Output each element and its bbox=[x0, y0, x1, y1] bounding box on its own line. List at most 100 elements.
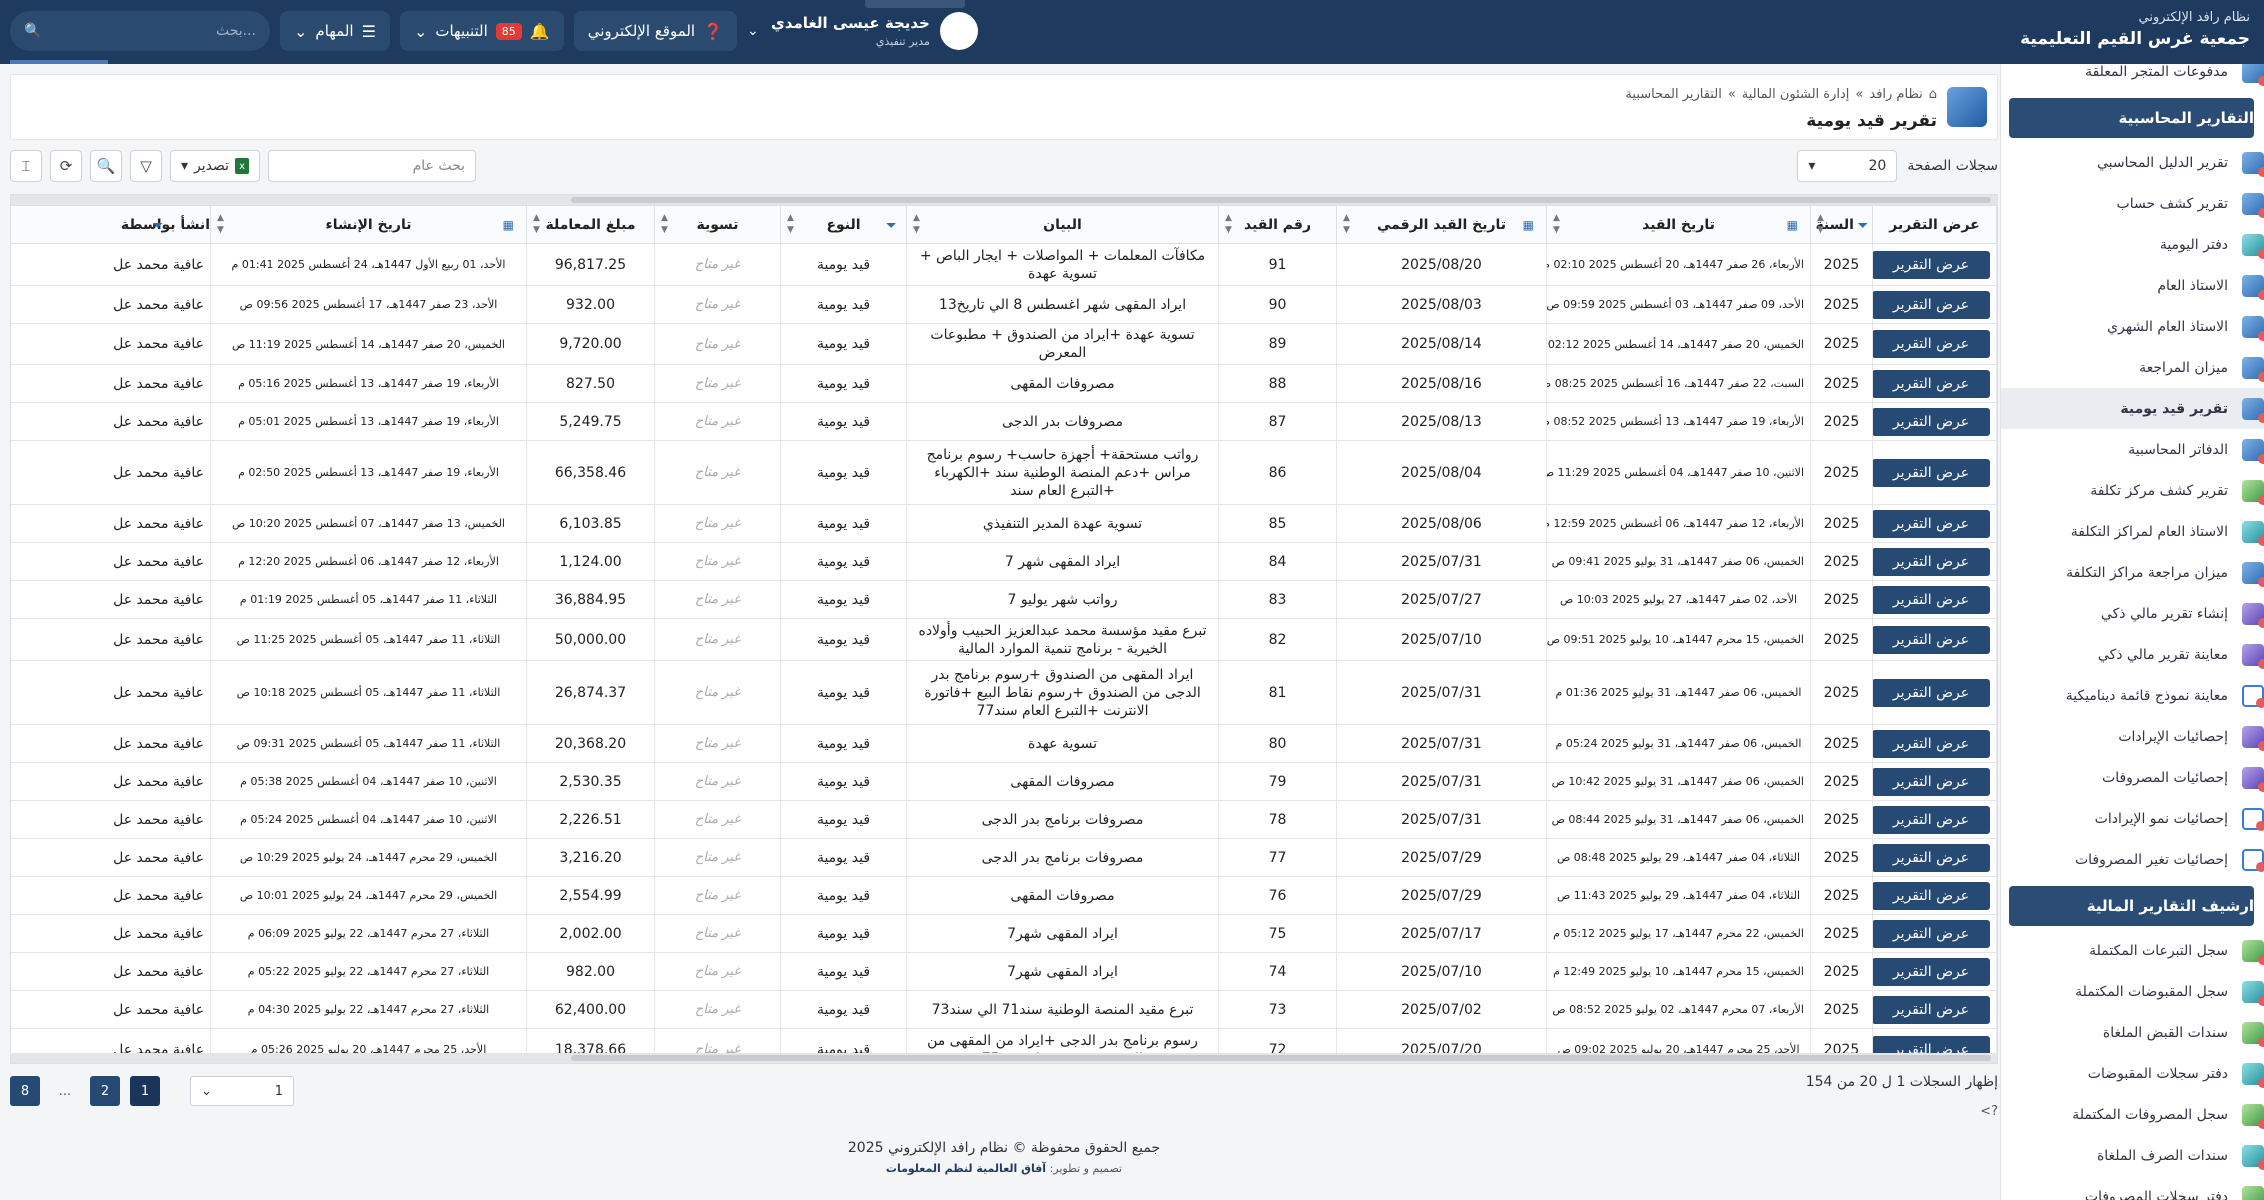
col-settlement[interactable]: ▲ ▼ تسوية bbox=[654, 205, 781, 244]
table-row[interactable]: عرض التقرير 2025 الخميس، 20 صفر 1447هـ، 14… bbox=[11, 323, 1997, 365]
expand-toggle[interactable]: <? bbox=[1980, 1104, 1998, 1119]
sidebar-item[interactable]: الاستاذ العام لمراكز التكلفة bbox=[2001, 511, 2264, 552]
calendar-icon[interactable]: ▦ bbox=[503, 218, 514, 232]
view-report-button[interactable]: عرض التقرير bbox=[1873, 407, 1990, 436]
sort-icon[interactable]: ▲ ▼ bbox=[1817, 212, 1824, 236]
col-entry-number[interactable]: ▲ ▼ رقم القيد bbox=[1218, 205, 1337, 244]
sidebar-item-store-payments[interactable]: مدفوعات المتجر المعلقة bbox=[2001, 64, 2264, 86]
page-size-select[interactable]: ▾ 20 bbox=[1797, 150, 1898, 182]
table-row[interactable]: عرض التقرير 2025 الثلاثاء، 04 صفر 1447هـ، … bbox=[11, 838, 1997, 877]
sidebar-item[interactable]: دفتر اليومية bbox=[2001, 224, 2264, 265]
col-year[interactable]: ▲ ▼ ⏷السنة bbox=[1810, 205, 1873, 244]
sidebar-item[interactable]: تقرير الدليل المحاسبي bbox=[2001, 142, 2264, 183]
sidebar-item[interactable]: سجل المقبوضات المكتملة bbox=[2001, 971, 2264, 1012]
sidebar-item[interactable]: الاستاذ العام bbox=[2001, 265, 2264, 306]
sidebar-item[interactable]: الاستاذ العام الشهري bbox=[2001, 306, 2264, 347]
sidebar-group-accounting-reports[interactable]: التقارير المحاسبية bbox=[2009, 98, 2254, 138]
page-button-8[interactable]: 8 bbox=[10, 1076, 40, 1106]
view-report-button[interactable]: عرض التقرير bbox=[1873, 995, 1990, 1024]
top-search-input[interactable]: 🔍 بحث... bbox=[10, 11, 270, 51]
sidebar-item[interactable]: تقرير كشف حساب bbox=[2001, 183, 2264, 224]
view-report-button[interactable]: عرض التقرير bbox=[1873, 767, 1990, 796]
column-toggle-button[interactable]: ⌶ bbox=[10, 150, 42, 182]
view-report-button[interactable]: عرض التقرير bbox=[1873, 547, 1990, 576]
view-report-button[interactable]: عرض التقرير bbox=[1873, 678, 1990, 707]
sort-icon[interactable]: ▲ ▼ bbox=[1553, 212, 1560, 236]
sidebar-item[interactable]: تقرير قيد يومية bbox=[2001, 388, 2264, 429]
sidebar-item[interactable]: إحصائيات الإيرادات bbox=[2001, 716, 2264, 757]
website-button[interactable]: الموقع الإلكتروني ❓ bbox=[573, 11, 738, 51]
sort-icon[interactable]: ▲ ▼ bbox=[913, 212, 920, 236]
sidebar-item[interactable]: سجل التبرعات المكتملة bbox=[2001, 930, 2264, 971]
sidebar-item[interactable]: الدفاتر المحاسبية bbox=[2001, 429, 2264, 470]
sidebar-item[interactable]: سندات الصرف الملغاة bbox=[2001, 1135, 2264, 1176]
filter-icon[interactable]: ⏷ bbox=[153, 218, 163, 233]
user-menu[interactable]: ⌄ خديجة عيسى الغامدي مدير تنفيذي bbox=[747, 12, 978, 50]
calendar-icon[interactable]: ▦ bbox=[1787, 218, 1798, 232]
page-button-1[interactable]: 1 bbox=[130, 1076, 160, 1106]
view-report-button[interactable]: عرض التقرير bbox=[1873, 957, 1990, 986]
calendar-icon[interactable]: ▦ bbox=[1523, 218, 1534, 232]
credit-company-link[interactable]: آفاق العالمية لنظم المعلومات bbox=[886, 1162, 1046, 1175]
view-report-button[interactable]: عرض التقرير bbox=[1873, 250, 1990, 279]
table-row[interactable]: عرض التقرير 2025 الأربعاء، 19 صفر 1447هـ، … bbox=[11, 402, 1997, 441]
breadcrumb-item[interactable]: التقارير المحاسبية bbox=[1625, 87, 1721, 102]
sidebar-item[interactable]: دفتر سجلات المقبوضات bbox=[2001, 1053, 2264, 1094]
col-created-by[interactable]: ⏷ انشأ بواسطة bbox=[11, 205, 211, 244]
col-entry-date[interactable]: ▲ ▼ تاريخ القيد ▦ bbox=[1546, 205, 1811, 244]
sort-icon[interactable]: ▲ ▼ bbox=[217, 212, 224, 236]
table-row[interactable]: عرض التقرير 2025 الأربعاء، 26 صفر 1447هـ، … bbox=[11, 243, 1997, 286]
sidebar-item[interactable]: إحصائيات نمو الإيرادات bbox=[2001, 798, 2264, 839]
view-report-button[interactable]: عرض التقرير bbox=[1873, 729, 1990, 758]
breadcrumb-item[interactable]: إدارة الشئون المالية bbox=[1742, 87, 1850, 102]
filter-icon[interactable]: ⏷ bbox=[886, 218, 896, 233]
table-row[interactable]: عرض التقرير 2025 الأحد، 09 صفر 1447هـ، 03 … bbox=[11, 285, 1997, 324]
table-row[interactable]: عرض التقرير 2025 الخميس، 06 صفر 1447هـ، 31… bbox=[11, 660, 1997, 725]
sort-icon[interactable]: ▲ ▼ bbox=[1343, 212, 1350, 236]
sort-icon[interactable]: ▲ ▼ bbox=[1225, 212, 1232, 236]
table-row[interactable]: عرض التقرير 2025 الخميس، 06 صفر 1447هـ، 31… bbox=[11, 762, 1997, 801]
breadcrumb-item[interactable]: نظام رافد bbox=[1869, 87, 1922, 102]
sidebar-item[interactable]: إنشاء تقرير مالي ذكي bbox=[2001, 593, 2264, 634]
view-report-button[interactable]: عرض التقرير bbox=[1873, 625, 1990, 654]
sort-icon[interactable]: ▲ ▼ bbox=[661, 212, 668, 236]
col-created-at[interactable]: ▲ ▼ تاريخ الإنشاء ▦ bbox=[210, 205, 527, 244]
table-row[interactable]: عرض التقرير 2025 الخميس، 15 محرم 1447هـ، 1… bbox=[11, 618, 1997, 661]
sidebar-item[interactable]: دفتر سجلات المصروفات bbox=[2001, 1176, 2264, 1200]
view-report-button[interactable]: عرض التقرير bbox=[1873, 458, 1990, 487]
horizontal-scrollbar-top[interactable] bbox=[11, 195, 1997, 205]
notifications-button[interactable]: ⌄ التنبيهات 85 🔔 bbox=[399, 11, 564, 51]
sidebar-item[interactable]: معاينة تقرير مالي ذكي bbox=[2001, 634, 2264, 675]
sidebar-group-financial-archive[interactable]: ارشيف التقارير المالية bbox=[2009, 886, 2254, 926]
col-entry-date-numeric[interactable]: ▲ ▼ تاريخ القيد الرقمي ▦ bbox=[1336, 205, 1547, 244]
avatar[interactable] bbox=[939, 12, 978, 50]
col-amount[interactable]: ▲ ▼ مبلغ المعاملة bbox=[526, 205, 655, 244]
table-row[interactable]: عرض التقرير 2025 الخميس، 06 صفر 1447هـ، 31… bbox=[11, 542, 1997, 581]
sort-icon[interactable]: ▲ ▼ bbox=[787, 212, 794, 236]
view-report-button[interactable]: عرض التقرير bbox=[1873, 290, 1990, 319]
refresh-button[interactable]: ⟳ bbox=[50, 150, 82, 182]
table-row[interactable]: عرض التقرير 2025 الخميس، 22 محرم 1447هـ، 1… bbox=[11, 914, 1997, 953]
filter-button[interactable]: ▽ bbox=[130, 150, 162, 182]
view-report-button[interactable]: عرض التقرير bbox=[1873, 369, 1990, 398]
view-report-button[interactable]: عرض التقرير bbox=[1873, 843, 1990, 872]
view-report-button[interactable]: عرض التقرير bbox=[1873, 585, 1990, 614]
brand[interactable]: نظام رافد الإلكتروني جمعية غرس القيم الت… bbox=[2020, 10, 2250, 49]
table-row[interactable]: عرض التقرير 2025 الاثنين، 10 صفر 1447هـ، 0… bbox=[11, 440, 1997, 505]
horizontal-scrollbar[interactable] bbox=[11, 1053, 1997, 1063]
tasks-button[interactable]: ⌄ المهام ☰ bbox=[280, 11, 390, 51]
global-search-input[interactable]: بحث عام bbox=[268, 150, 477, 182]
table-row[interactable]: عرض التقرير 2025 الخميس، 06 صفر 1447هـ، 31… bbox=[11, 724, 1997, 763]
sidebar-item[interactable]: تقرير كشف مركز تكلفة bbox=[2001, 470, 2264, 511]
sidebar-item[interactable]: إحصائيات المصروفات bbox=[2001, 757, 2264, 798]
page-button-2[interactable]: 2 bbox=[90, 1076, 120, 1106]
sidebar-item[interactable]: إحصائيات تغير المصروفات bbox=[2001, 839, 2264, 880]
view-report-button[interactable]: عرض التقرير bbox=[1873, 919, 1990, 948]
table-row[interactable]: عرض التقرير 2025 الثلاثاء، 04 صفر 1447هـ، … bbox=[11, 876, 1997, 915]
view-report-button[interactable]: عرض التقرير bbox=[1873, 330, 1990, 358]
table-row[interactable]: عرض التقرير 2025 الخميس، 06 صفر 1447هـ، 31… bbox=[11, 800, 1997, 839]
sidebar-item[interactable]: ميزان المراجعة bbox=[2001, 347, 2264, 388]
view-report-button[interactable]: عرض التقرير bbox=[1873, 881, 1990, 910]
col-description[interactable]: ▲ ▼ البيان bbox=[906, 205, 1219, 244]
page-select[interactable]: ⌄ 1 bbox=[190, 1076, 294, 1106]
